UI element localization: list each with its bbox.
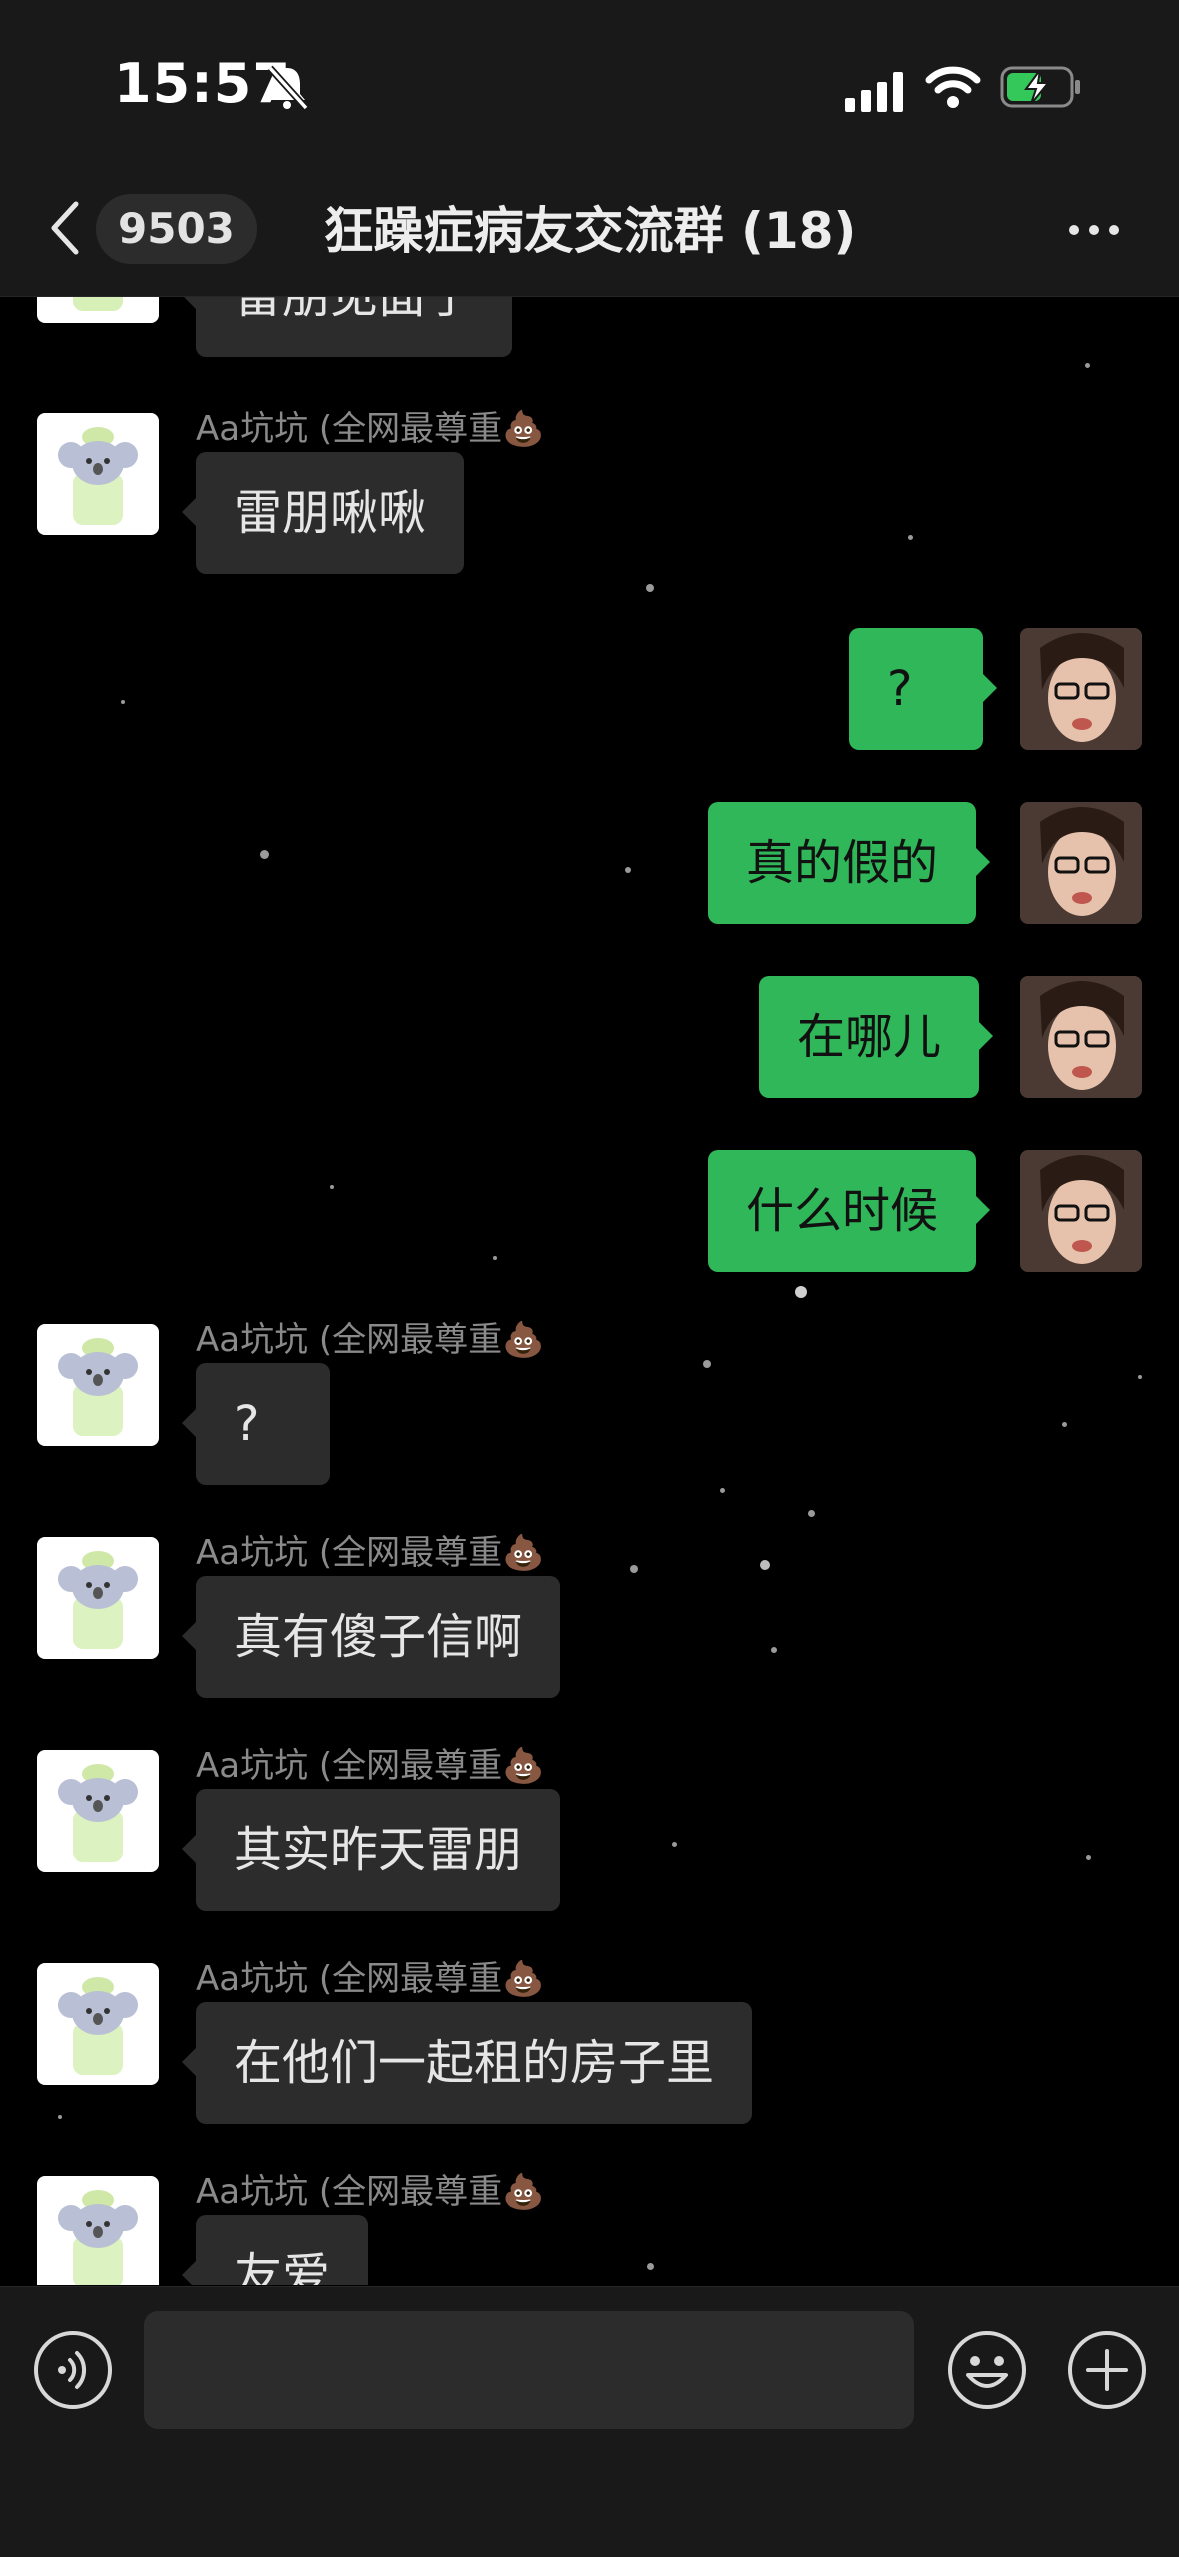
- message-bubble[interactable]: 在他们一起租的房子里: [181, 2002, 753, 2124]
- emoji-icon[interactable]: [946, 2329, 1028, 2411]
- message-bubble[interactable]: 在哪儿: [759, 976, 994, 1098]
- user-avatar[interactable]: [1020, 628, 1142, 750]
- message-bubble[interactable]: 雷朋啾啾: [181, 452, 465, 574]
- message-list[interactable]: 雷朋见面了 Aa坑坑 (全网最尊重💩 雷朋啾啾 ? 真的假的 在哪儿 什么时候: [0, 297, 1179, 2285]
- sender-name: Aa坑坑 (全网最尊重💩: [196, 409, 545, 449]
- message-bubble[interactable]: 真的假的: [708, 802, 991, 924]
- more-options-icon[interactable]: [1066, 220, 1122, 240]
- sender-name: Aa坑坑 (全网最尊重💩: [196, 1959, 545, 1999]
- unread-count-badge[interactable]: 9503: [96, 194, 257, 264]
- sender-name: Aa坑坑 (全网最尊重💩: [196, 2172, 545, 2212]
- add-attachment-icon[interactable]: [1066, 2329, 1148, 2411]
- message-bubble[interactable]: 友爱: [181, 2215, 369, 2285]
- message-bubble[interactable]: 真有傻子信啊: [181, 1576, 561, 1698]
- message-bubble[interactable]: ?: [182, 1363, 330, 1485]
- koala-avatar[interactable]: [37, 1324, 159, 1446]
- koala-avatar[interactable]: [37, 413, 159, 535]
- message-bubble[interactable]: 什么时候: [708, 1150, 991, 1272]
- composer-bar: [0, 2286, 1179, 2557]
- chat-header: 9503 狂躁症病友交流群 (18): [0, 170, 1179, 297]
- koala-avatar[interactable]: [37, 1537, 159, 1659]
- mute-bell-icon: [267, 65, 309, 111]
- user-avatar[interactable]: [1020, 1150, 1142, 1272]
- sender-name: Aa坑坑 (全网最尊重💩: [196, 1746, 545, 1786]
- message-bubble[interactable]: ?: [849, 628, 997, 750]
- koala-avatar[interactable]: [37, 2176, 159, 2285]
- message-bubble[interactable]: 其实昨天雷朋: [181, 1789, 561, 1911]
- user-avatar[interactable]: [1020, 976, 1142, 1098]
- back-chevron-icon[interactable]: [46, 198, 86, 258]
- status-bar: 15:57: [0, 0, 1179, 170]
- sender-name: Aa坑坑 (全网最尊重💩: [196, 1320, 545, 1360]
- voice-input-icon[interactable]: [32, 2329, 114, 2411]
- group-title: 狂躁症病友交流群 (18): [323, 202, 857, 260]
- koala-avatar[interactable]: [37, 1750, 159, 1872]
- cellular-signal-icon: [845, 72, 903, 112]
- sender-name: Aa坑坑 (全网最尊重💩: [196, 1533, 545, 1573]
- koala-avatar[interactable]: [37, 297, 159, 323]
- message-input[interactable]: [144, 2311, 914, 2429]
- message-bubble[interactable]: 雷朋见面了: [181, 297, 513, 357]
- battery-charging-icon: [1000, 66, 1080, 108]
- wifi-icon: [925, 66, 981, 108]
- user-avatar[interactable]: [1020, 802, 1142, 924]
- koala-avatar[interactable]: [37, 1963, 159, 2085]
